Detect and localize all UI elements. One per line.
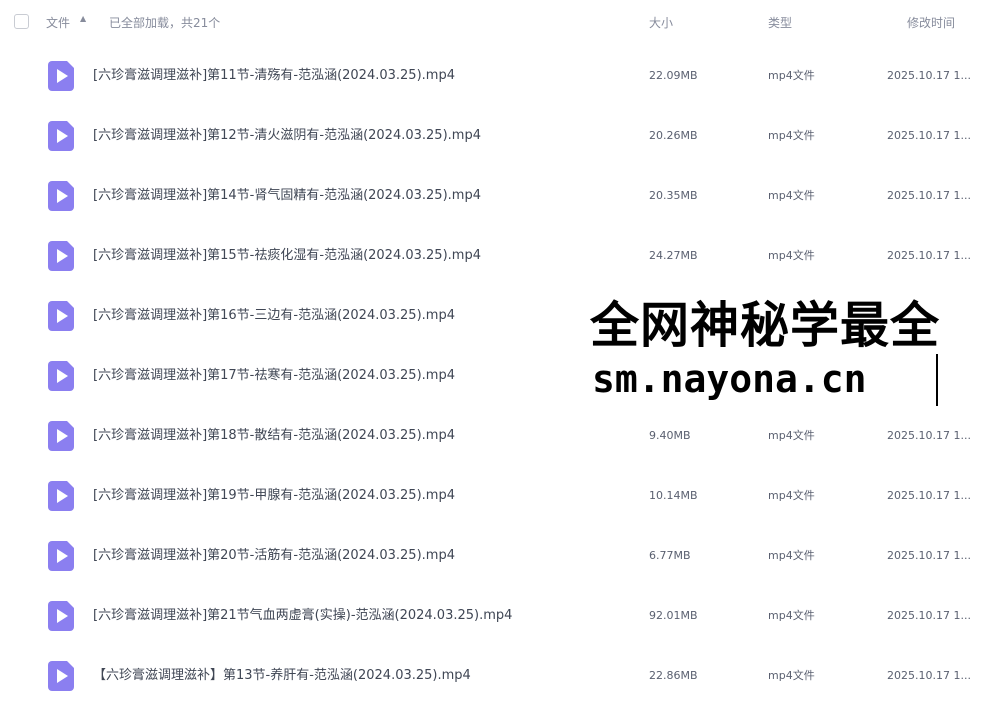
file-modified-time: 2025.10.17 1... <box>887 489 971 502</box>
file-list-page: 文件 ▲ 已全部加载，共21个 大小 类型 修改时间 [六珍膏滋调理滋补]第11… <box>0 0 994 712</box>
file-modified-time: 2025.10.17 1... <box>887 609 971 622</box>
file-type: mp4文件 <box>768 669 815 682</box>
video-file-icon <box>48 241 74 271</box>
file-type: mp4文件 <box>768 69 815 82</box>
watermark-overlay: 全网神秘学最全 sm.nayona.cn <box>588 294 994 412</box>
file-row[interactable]: [六珍膏滋调理滋补]第20节-活筋有-范泓涵(2024.03.25).mp4 6… <box>0 526 994 586</box>
list-header: 文件 ▲ 已全部加载，共21个 大小 类型 修改时间 <box>0 0 994 46</box>
video-file-icon <box>48 421 74 451</box>
file-type: mp4文件 <box>768 429 815 442</box>
video-file-icon <box>48 601 74 631</box>
file-name[interactable]: [六珍膏滋调理滋补]第20节-活筋有-范泓涵(2024.03.25).mp4 <box>93 548 455 564</box>
file-modified-time: 2025.10.17 1... <box>887 249 971 262</box>
header-type-column[interactable]: 类型 <box>768 15 792 31</box>
file-row[interactable]: [六珍膏滋调理滋补]第12节-清火滋阴有-范泓涵(2024.03.25).mp4… <box>0 106 994 166</box>
file-size: 22.86MB <box>649 669 698 682</box>
watermark-title: 全网神秘学最全 <box>590 297 941 354</box>
file-type: mp4文件 <box>768 129 815 142</box>
file-row[interactable]: [六珍膏滋调理滋补]第18节-散结有-范泓涵(2024.03.25).mp4 9… <box>0 406 994 466</box>
header-time-column[interactable]: 修改时间 <box>907 15 955 31</box>
file-name[interactable]: [六珍膏滋调理滋补]第19节-甲腺有-范泓涵(2024.03.25).mp4 <box>93 488 455 504</box>
file-name[interactable]: [六珍膏滋调理滋补]第21节气血两虚膏(实操)-范泓涵(2024.03.25).… <box>93 608 512 624</box>
video-file-icon <box>48 61 74 91</box>
file-size: 10.14MB <box>649 489 698 502</box>
load-status-text: 已全部加载，共21个 <box>109 16 221 30</box>
file-modified-time: 2025.10.17 1... <box>887 669 971 682</box>
file-size: 22.09MB <box>649 69 698 82</box>
watermark-url: sm.nayona.cn <box>592 357 867 401</box>
file-name[interactable]: [六珍膏滋调理滋补]第11节-清殇有-范泓涵(2024.03.25).mp4 <box>93 68 455 84</box>
header-name-column[interactable]: 文件 <box>46 15 70 31</box>
sort-ascending-icon[interactable]: ▲ <box>80 15 86 23</box>
file-size: 9.40MB <box>649 429 691 442</box>
file-size: 20.26MB <box>649 129 698 142</box>
video-file-icon <box>48 181 74 211</box>
file-type: mp4文件 <box>768 489 815 502</box>
select-all-checkbox[interactable] <box>14 14 29 29</box>
video-file-icon <box>48 361 74 391</box>
file-size: 92.01MB <box>649 609 698 622</box>
file-name[interactable]: [六珍膏滋调理滋补]第17节-祛寒有-范泓涵(2024.03.25).mp4 <box>93 368 455 384</box>
file-row[interactable]: [六珍膏滋调理滋补]第19节-甲腺有-范泓涵(2024.03.25).mp4 1… <box>0 466 994 526</box>
file-modified-time: 2025.10.17 1... <box>887 429 971 442</box>
video-file-icon <box>48 121 74 151</box>
file-row[interactable]: 【六珍膏滋调理滋补】第13节-养肝有-范泓涵(2024.03.25).mp4 2… <box>0 646 994 706</box>
file-size: 20.35MB <box>649 189 698 202</box>
file-name[interactable]: [六珍膏滋调理滋补]第15节-祛痰化湿有-范泓涵(2024.03.25).mp4 <box>93 248 481 264</box>
file-type: mp4文件 <box>768 609 815 622</box>
file-size: 24.27MB <box>649 249 698 262</box>
file-name[interactable]: [六珍膏滋调理滋补]第12节-清火滋阴有-范泓涵(2024.03.25).mp4 <box>93 128 481 144</box>
file-row[interactable]: [六珍膏滋调理滋补]第11节-清殇有-范泓涵(2024.03.25).mp4 2… <box>0 46 994 106</box>
file-type: mp4文件 <box>768 189 815 202</box>
file-modified-time: 2025.10.17 1... <box>887 129 971 142</box>
text-cursor <box>936 354 938 406</box>
file-row[interactable]: [六珍膏滋调理滋补]第21节气血两虚膏(实操)-范泓涵(2024.03.25).… <box>0 586 994 646</box>
file-type: mp4文件 <box>768 249 815 262</box>
file-modified-time: 2025.10.17 1... <box>887 549 971 562</box>
file-row[interactable]: [六珍膏滋调理滋补]第14节-肾气固精有-范泓涵(2024.03.25).mp4… <box>0 166 994 226</box>
file-name[interactable]: [六珍膏滋调理滋补]第18节-散结有-范泓涵(2024.03.25).mp4 <box>93 428 455 444</box>
file-modified-time: 2025.10.17 1... <box>887 189 971 202</box>
file-row[interactable]: [六珍膏滋调理滋补]第15节-祛痰化湿有-范泓涵(2024.03.25).mp4… <box>0 226 994 286</box>
file-size: 6.77MB <box>649 549 691 562</box>
video-file-icon <box>48 661 74 691</box>
file-name[interactable]: [六珍膏滋调理滋补]第14节-肾气固精有-范泓涵(2024.03.25).mp4 <box>93 188 481 204</box>
file-type: mp4文件 <box>768 549 815 562</box>
video-file-icon <box>48 541 74 571</box>
file-modified-time: 2025.10.17 1... <box>887 69 971 82</box>
file-name[interactable]: 【六珍膏滋调理滋补】第13节-养肝有-范泓涵(2024.03.25).mp4 <box>93 668 471 684</box>
file-name[interactable]: [六珍膏滋调理滋补]第16节-三边有-范泓涵(2024.03.25).mp4 <box>93 308 455 324</box>
video-file-icon <box>48 301 74 331</box>
video-file-icon <box>48 481 74 511</box>
header-size-column[interactable]: 大小 <box>649 15 673 31</box>
